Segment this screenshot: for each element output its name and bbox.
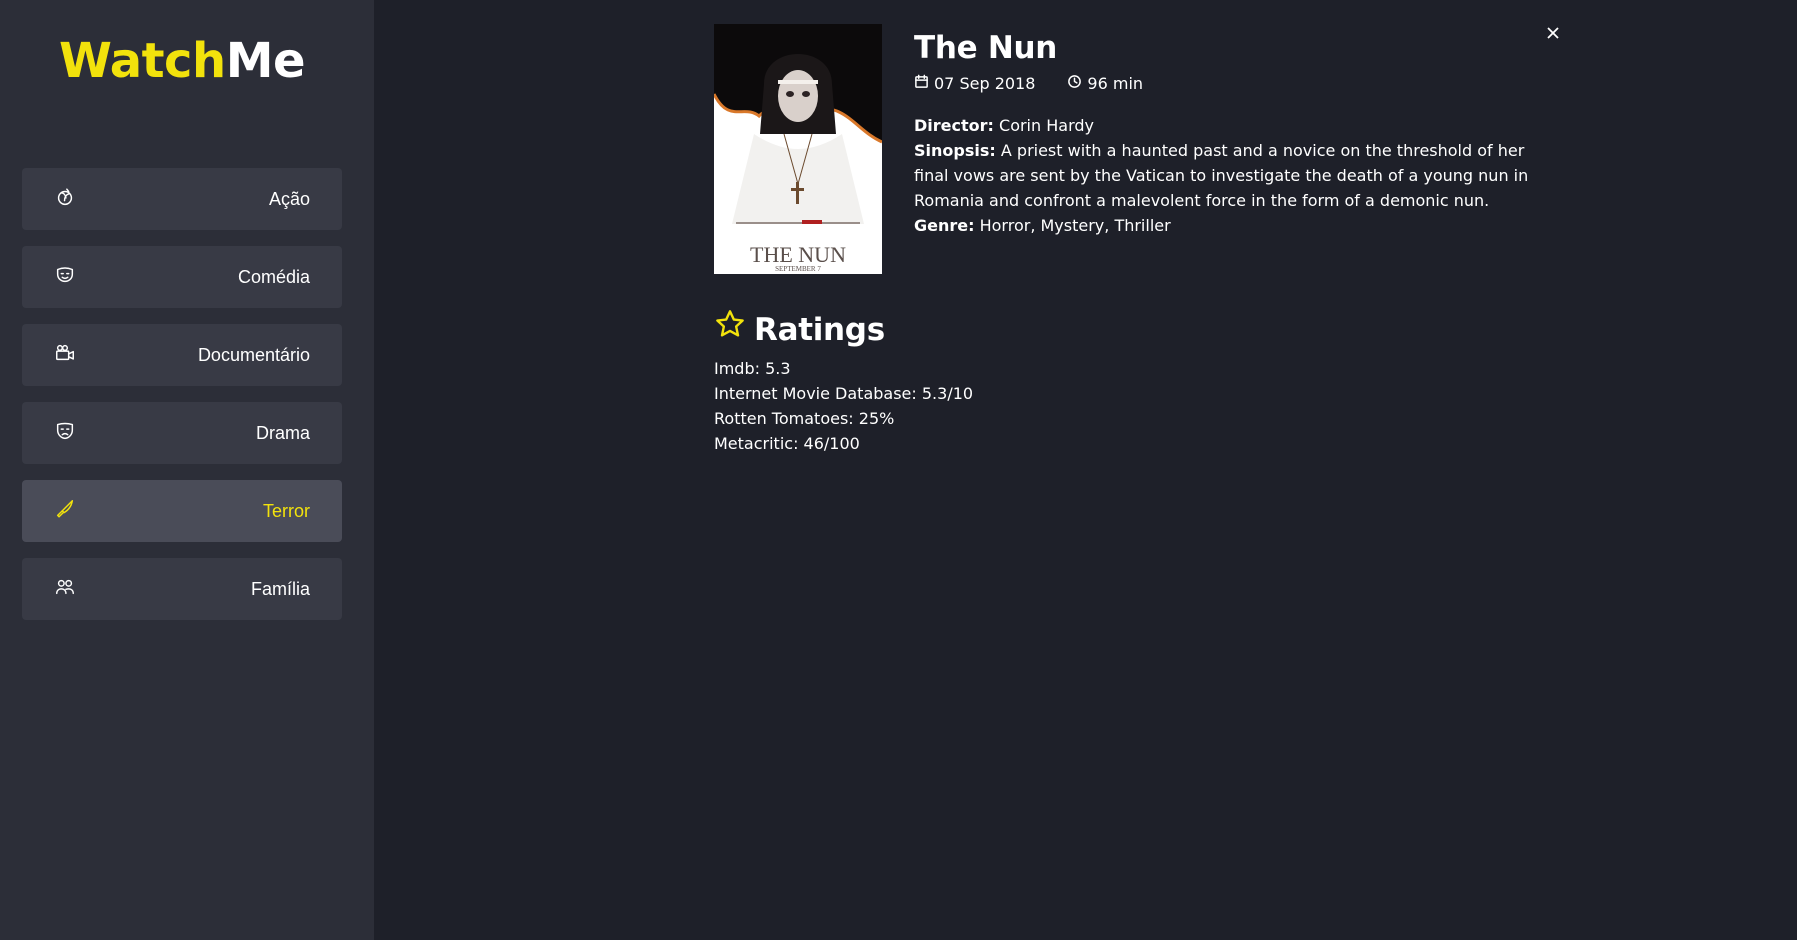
ratings-list: Imdb: 5.3 Internet Movie Database: 5.3/1… [714,356,1314,456]
close-icon [1542,27,1564,48]
nav-item-documentario[interactable]: Documentário [22,324,342,386]
sad-mask-icon [54,420,76,447]
close-button[interactable] [1542,22,1564,44]
nav-item-comedia[interactable]: Comédia [22,246,342,308]
release-date: 07 Sep 2018 [914,73,1035,95]
nav-item-drama[interactable]: Drama [22,402,342,464]
nav-item-label: Comédia [237,266,310,287]
logo-me: Me [225,33,306,89]
rating-item: Metacritic: 46/100 [714,434,860,453]
rating-item: Imdb: 5.3 [714,359,791,378]
logo[interactable]: WatchMe [0,28,364,94]
star-icon [714,308,754,352]
runtime-text: 96 min [1087,74,1144,93]
logo-watch: Watch [58,33,226,89]
movie-meta: 07 Sep 2018 96 min [914,73,1143,95]
nav-item-label: Terror [262,500,310,521]
rating-item: Rotten Tomatoes: 25% [714,409,895,428]
poster-date: SEPTEMBER 7 [775,265,821,273]
nav-item-acao[interactable]: Ação [22,168,342,230]
ratings-section: Ratings Imdb: 5.3 Internet Movie Databas… [714,308,1314,456]
nav-item-terror[interactable]: Terror [22,480,342,542]
users-icon [54,576,76,603]
genre-label: Genre: [914,216,975,235]
clock-icon [1067,73,1087,95]
movie-title: The Nun [914,30,1058,66]
calendar-icon [914,73,934,95]
synopsis-label: Sinopsis: [914,141,996,160]
sidebar: WatchMe Ação Comédia Documentário Drama … [0,0,374,940]
director-value: Corin Hardy [999,116,1094,135]
genre-value: Horror, Mystery, Thriller [979,216,1171,235]
director-row: Director: Corin Hardy [914,113,1534,138]
movie-poster: THE NUN SEPTEMBER 7 [714,24,882,274]
ratings-title: Ratings [754,312,885,348]
genre-row: Genre: Horror, Mystery, Thriller [914,213,1534,238]
ratings-heading: Ratings [714,308,1314,352]
nav-item-label: Documentário [197,344,310,365]
nav-item-label: Ação [268,188,310,209]
genre-nav: Ação Comédia Documentário Drama Terror F… [22,168,342,636]
camera-icon [54,342,76,369]
nav-item-label: Família [250,578,310,599]
synopsis-row: Sinopsis: A priest with a haunted past a… [914,138,1534,213]
release-date-text: 07 Sep 2018 [934,74,1036,93]
mask-icon [54,264,76,291]
director-label: Director: [914,116,994,135]
app-root: WatchMe Ação Comédia Documentário Drama … [0,0,1797,940]
nav-item-familia[interactable]: Família [22,558,342,620]
poster-title: THE NUN [750,242,846,267]
knife-icon [54,498,76,525]
synopsis-value: A priest with a haunted past and a novic… [914,141,1529,210]
rating-item: Internet Movie Database: 5.3/10 [714,384,974,403]
dodgeball-icon [54,186,76,213]
movie-info: Director: Corin Hardy Sinopsis: A priest… [914,113,1534,238]
poster-image: THE NUN SEPTEMBER 7 [714,24,882,274]
runtime: 96 min [1067,73,1143,95]
nav-item-label: Drama [255,422,310,443]
